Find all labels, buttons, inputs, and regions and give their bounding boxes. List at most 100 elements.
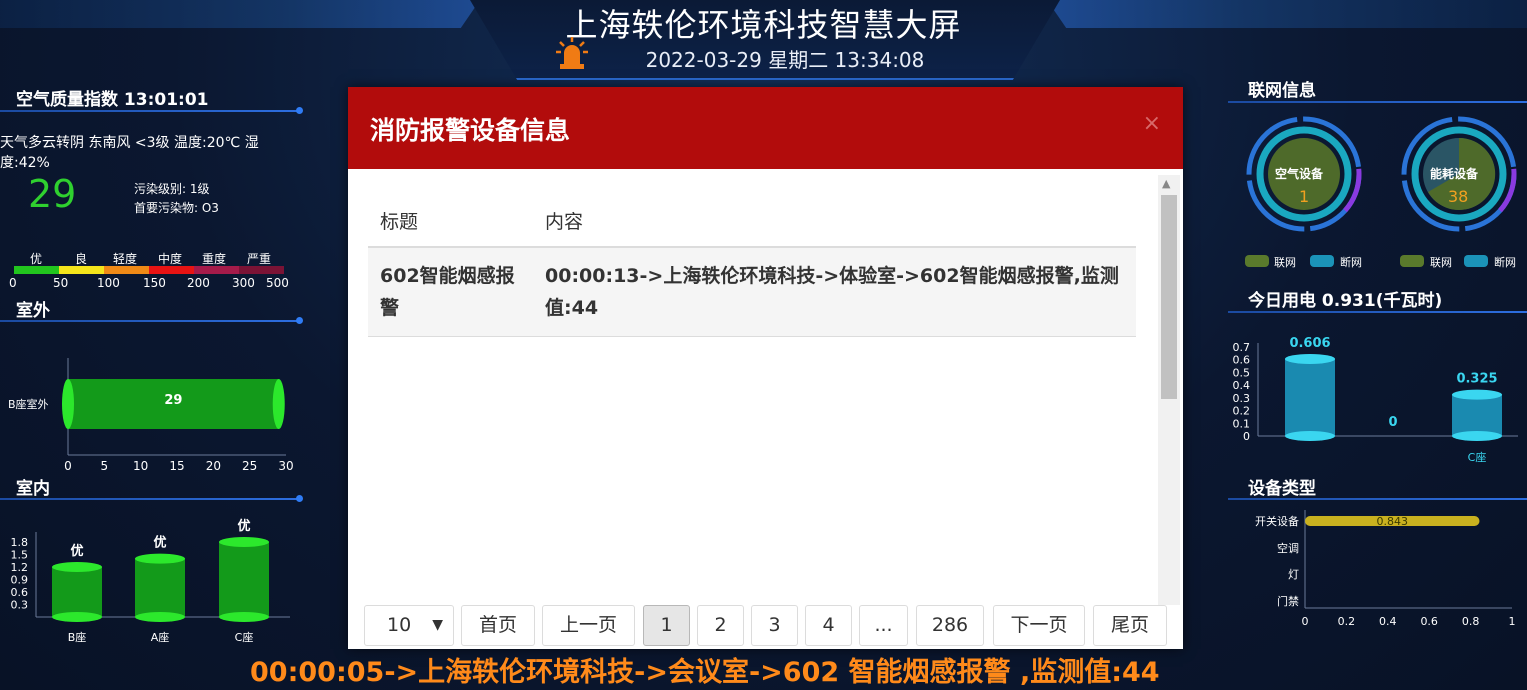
indoor-bar-cap-bottom	[219, 612, 269, 622]
outdoor-bar-cap-left	[62, 379, 74, 429]
page-button-2[interactable]: 2	[697, 605, 744, 646]
x-category-label: C座	[1468, 450, 1487, 464]
y-tick-label: 1.5	[11, 549, 29, 562]
aqi-scale-segment	[104, 266, 149, 274]
y-tick-label: 1.8	[11, 536, 29, 549]
device-types-chart: 开关设备 0.843 空调灯门禁0 0.2 0.4 0.6 0.8 1	[1255, 510, 1516, 628]
page-button-4[interactable]: 4	[805, 605, 852, 646]
indoor-bar-cap-top	[52, 562, 102, 572]
x-tick-label: 0.4	[1379, 615, 1397, 628]
panel-divider	[0, 498, 300, 500]
modal-title: 消防报警设备信息	[370, 116, 571, 145]
close-icon[interactable]: ×	[1143, 111, 1161, 136]
alarm-icon	[556, 37, 588, 69]
x-category-label: A座	[151, 630, 170, 644]
y-category-label: 开关设备	[1255, 514, 1299, 528]
panel-divider	[0, 110, 300, 112]
page-button-3[interactable]: 3	[751, 605, 798, 646]
power-bar-cap-bottom	[1452, 431, 1502, 441]
air-device-value: 1	[1299, 187, 1310, 206]
aqi-scale-label: 严重	[247, 252, 272, 266]
alarm-ticker: 00:00:05->上海轶伦环境科技->会议室->602 智能烟感报警 ,监测值…	[250, 657, 1160, 688]
aqi-scale-label: 中度	[158, 252, 183, 266]
device-bar-label: 0.843	[1377, 515, 1409, 528]
y-category-label: 空调	[1277, 541, 1299, 555]
modal-header: 消防报警设备信息 ×	[348, 87, 1183, 169]
indoor-bar-label: 优	[237, 518, 250, 534]
aqi-scale-label: 优	[30, 252, 43, 266]
power-bar-label: 0	[1388, 415, 1397, 430]
y-category-label: 灯	[1288, 568, 1299, 581]
aqi-scale-label: 良	[75, 252, 88, 266]
page-button-last-number[interactable]: 286	[916, 605, 984, 646]
aqi-scale-segment	[239, 266, 284, 274]
weather-line-1: 天气多云转阴 东南风 <3级 温度:20℃ 湿	[0, 135, 259, 151]
first-page-button[interactable]: 首页	[461, 605, 535, 646]
cell-title: 602智能烟感报警	[368, 247, 533, 337]
legend-online-swatch	[1245, 255, 1269, 267]
x-tick-label: 0.6	[1420, 615, 1438, 628]
scroll-up-arrow-icon[interactable]: ▲	[1162, 177, 1170, 190]
device-types-title: 设备类型	[1248, 479, 1316, 499]
legend-online-swatch-2	[1400, 255, 1424, 267]
air-quality-title: 空气质量指数 13:01:01	[16, 90, 209, 110]
aqi-scale-number: 300	[232, 276, 255, 290]
panel-divider-dot	[296, 495, 303, 502]
next-page-button[interactable]: 下一页	[993, 605, 1085, 646]
x-tick-label: 15	[169, 459, 184, 473]
panel-divider-dot	[296, 317, 303, 324]
x-category-label: C座	[235, 630, 254, 644]
outdoor-title: 室外	[16, 301, 50, 321]
x-tick-label: 5	[101, 459, 109, 473]
page-button-1[interactable]: 1	[643, 605, 690, 646]
y-category-label: B座室外	[8, 397, 49, 411]
outdoor-chart: 0 5 10 15 20 25 30 29 B座室外	[8, 358, 294, 473]
page-size-value: 10	[387, 614, 412, 636]
aqi-scale-segment	[14, 266, 59, 274]
x-tick-label: 20	[206, 459, 221, 473]
aqi-scale-segment	[194, 266, 239, 274]
x-tick-label: 1	[1509, 615, 1516, 628]
page-size-select[interactable]: 10 ▼	[364, 605, 454, 646]
datetime: 2022-03-29 星期二 13:34:08	[645, 48, 925, 72]
y-tick-label: 0.2	[1233, 405, 1251, 418]
power-bar-cap-top	[1452, 389, 1502, 400]
aqi-scale-label: 轻度	[113, 252, 138, 266]
outdoor-bar-label: 29	[164, 393, 182, 408]
power-bar-cap-top	[1285, 353, 1335, 364]
page-title: 上海轶伦环境科技智慧大屏	[565, 6, 962, 44]
table-scrollbar[interactable]: ▲	[1158, 175, 1180, 605]
network-title: 联网信息	[1248, 81, 1316, 101]
panel-divider-dot	[296, 107, 303, 114]
aqi-scale-label: 重度	[202, 252, 227, 266]
x-tick-label: 30	[278, 459, 293, 473]
last-page-button[interactable]: 尾页	[1093, 605, 1167, 646]
indoor-chart: 1.81.51.20.90.60.3 优 B座 优 A座 优 C座	[11, 518, 290, 644]
alarm-table: 标题 内容 602智能烟感报警 00:00:13->上海轶伦环境科技->体验室-…	[368, 195, 1136, 337]
column-header-title: 标题	[368, 195, 533, 248]
prev-page-button[interactable]: 上一页	[542, 605, 635, 646]
primary-pollutant: 首要污染物: O3	[134, 201, 219, 215]
indoor-bar	[219, 542, 269, 617]
aqi-scale-number: 50	[53, 276, 69, 290]
power-bar	[1452, 394, 1502, 436]
indoor-bar	[135, 558, 185, 617]
y-tick-label: 0.4	[1233, 379, 1251, 392]
x-tick-label: 25	[242, 459, 257, 473]
legend-online-2: 联网	[1430, 256, 1452, 269]
legend-online: 联网	[1274, 256, 1296, 269]
y-tick-label: 0.1	[1233, 417, 1251, 430]
panel-divider	[1228, 101, 1527, 103]
x-tick-label: 0	[1302, 615, 1309, 628]
scroll-thumb[interactable]	[1161, 195, 1177, 399]
cell-content: 00:00:13->上海轶伦环境科技->体验室->602智能烟感报警,监测值:4…	[533, 247, 1136, 337]
indoor-bar-label: 优	[70, 543, 83, 559]
indoor-bar-cap-top	[219, 537, 269, 547]
outdoor-bar-cap-right	[272, 379, 285, 429]
y-tick-label: 0.3	[11, 599, 29, 612]
legend-offline: 断网	[1340, 256, 1362, 269]
fire-alarm-modal: 消防报警设备信息 × 标题 内容 602智能烟感报警 00:00:13->上海轶…	[348, 87, 1183, 649]
y-tick-label: 0.3	[1233, 392, 1251, 405]
y-tick-label: 0.5	[1233, 366, 1251, 379]
aqi-scale-number: 500	[266, 276, 289, 290]
